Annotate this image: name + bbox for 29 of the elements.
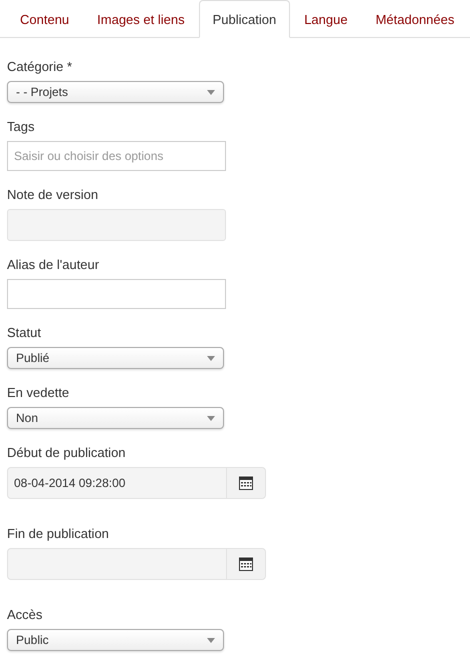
field-label: Alias de l'auteur bbox=[7, 257, 100, 273]
field-label: En vedette bbox=[7, 385, 70, 401]
select-field[interactable]: Publié bbox=[7, 347, 224, 369]
field-label: Catégorie * bbox=[7, 59, 72, 75]
calendar-icon bbox=[239, 476, 253, 490]
field-label: Accès bbox=[7, 607, 42, 623]
field-label: Statut bbox=[7, 325, 41, 341]
field-label: Tags bbox=[7, 119, 34, 135]
select-field[interactable]: Public bbox=[7, 629, 224, 651]
field-label: Fin de publication bbox=[7, 526, 109, 542]
tab[interactable]: Langue bbox=[290, 0, 362, 38]
field-label: Note de version bbox=[7, 187, 98, 203]
select-field[interactable]: Non bbox=[7, 407, 224, 429]
date-value: 08-04-2014 09:28:00 bbox=[14, 476, 126, 490]
caret-icon bbox=[207, 638, 215, 642]
field-label: Début de publication bbox=[7, 445, 126, 461]
tab[interactable]: Publication bbox=[198, 0, 290, 38]
date-field[interactable] bbox=[7, 548, 266, 580]
tab[interactable]: Contenu bbox=[6, 0, 84, 38]
tab[interactable]: Métadonnées bbox=[362, 0, 468, 38]
date-field[interactable]: 08-04-2014 09:28:00 bbox=[7, 467, 266, 499]
caret-icon bbox=[207, 356, 215, 360]
select-field[interactable]: - - Projets bbox=[7, 81, 224, 103]
text-field[interactable] bbox=[7, 279, 226, 309]
caret-icon bbox=[207, 90, 215, 94]
tab[interactable]: Images et liens bbox=[83, 0, 199, 38]
calendar-icon bbox=[239, 557, 253, 571]
caret-icon bbox=[207, 416, 215, 420]
text-field[interactable]: Saisir ou choisir des options bbox=[7, 141, 226, 171]
